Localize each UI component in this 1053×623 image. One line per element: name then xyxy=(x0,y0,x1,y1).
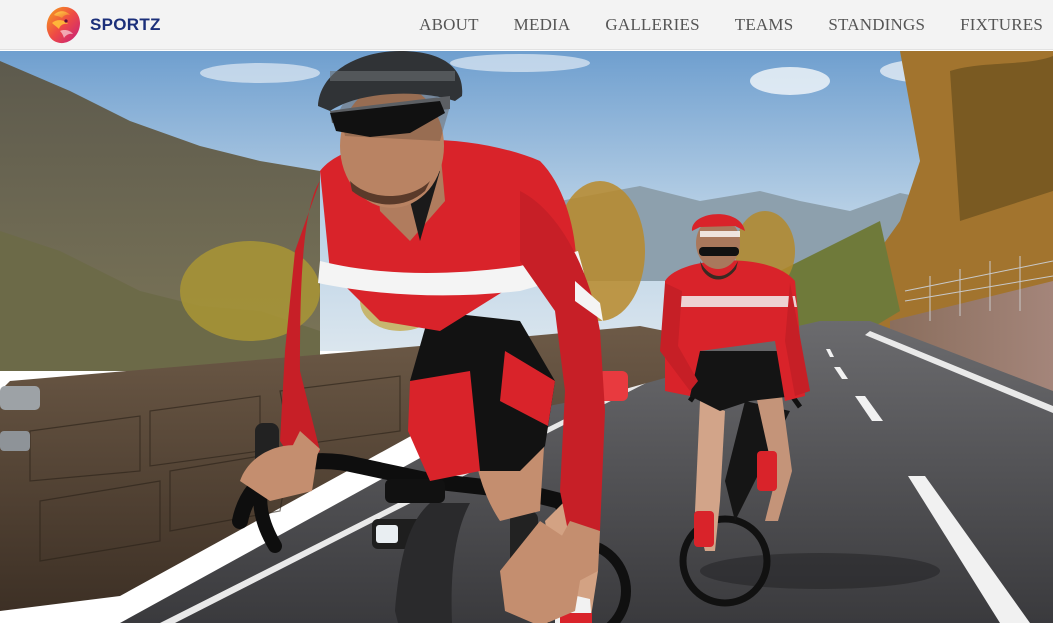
nav-about[interactable]: ABOUT xyxy=(419,15,479,35)
nav-media[interactable]: MEDIA xyxy=(514,15,571,35)
nav-galleries[interactable]: GALLERIES xyxy=(605,15,699,35)
nav-standings[interactable]: STANDINGS xyxy=(828,15,925,35)
nav-fixtures[interactable]: FIXTURES xyxy=(960,15,1043,35)
hero-banner xyxy=(0,51,1053,623)
cyclists-photo xyxy=(0,51,1053,623)
brand[interactable]: SPORTZ xyxy=(40,0,161,50)
main-nav: ABOUT MEDIA GALLERIES TEAMS STANDINGS FI… xyxy=(419,0,1043,50)
site-header: SPORTZ ABOUT MEDIA GALLERIES TEAMS STAND… xyxy=(0,0,1053,50)
nav-teams[interactable]: TEAMS xyxy=(735,15,794,35)
brand-name: SPORTZ xyxy=(90,14,161,34)
lion-logo-icon xyxy=(46,6,80,43)
